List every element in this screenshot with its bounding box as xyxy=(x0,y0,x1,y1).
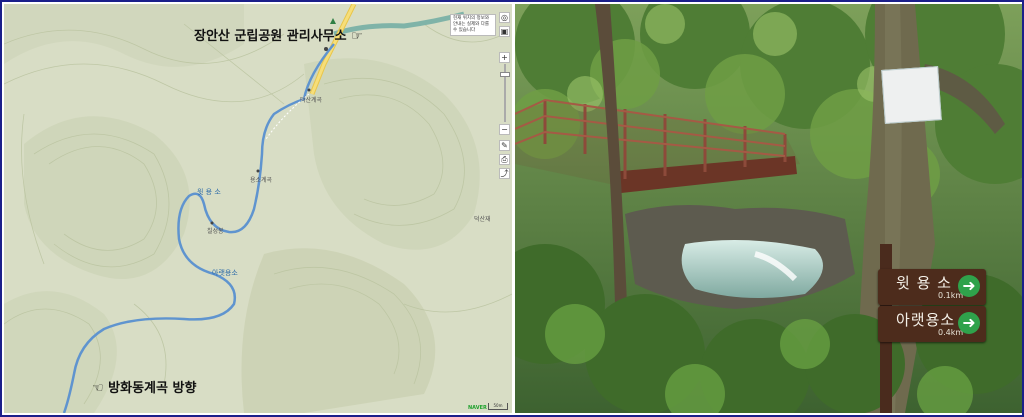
sign-text: 아랫용소 xyxy=(896,311,956,329)
sign-text: 윗 용 소 xyxy=(896,274,952,292)
direction-label: ☜ 방화동계곡 방향 xyxy=(92,381,197,396)
place-label: 덕산계곡 xyxy=(300,97,323,104)
posted-paper xyxy=(881,66,942,124)
scale-bar: 50m xyxy=(488,403,508,410)
brand-logo: NAVER xyxy=(468,405,487,411)
place-label: 용소계곡 xyxy=(250,177,273,184)
zoom-control[interactable]: ◎ ▣ + − ✎ ⎙ ⤴ xyxy=(499,12,511,192)
forest-scene xyxy=(515,4,1022,413)
place-label: 아랫용소 xyxy=(212,269,238,277)
place-label: 덕산재 xyxy=(474,216,491,223)
zoom-slider-handle[interactable] xyxy=(500,72,510,77)
arrow-right-icon: ➜ xyxy=(958,312,980,334)
sign-upper-pool: 윗 용 소 0.1km ➜ xyxy=(878,269,986,305)
ruler-icon[interactable]: ✎ xyxy=(499,140,510,151)
arrow-right-icon: ➜ xyxy=(958,275,980,297)
sign-lower-pool: 아랫용소 0.4km ➜ xyxy=(878,306,986,342)
office-label: 장안산 군립공원 관리사무소 ☞ xyxy=(194,29,363,44)
zoom-in-button[interactable]: + xyxy=(499,52,510,63)
forest-photo: 윗 용 소 0.1km ➜ 아랫용소 0.4km ➜ xyxy=(515,4,1022,413)
map-icon[interactable]: ◎ xyxy=(499,12,510,23)
layers-icon[interactable]: ▣ xyxy=(499,26,510,37)
share-icon[interactable]: ⤴ xyxy=(499,168,510,179)
print-icon[interactable]: ⎙ xyxy=(499,154,510,165)
map-notice: 현재 위치의 정보와 안내는 실제와 다를 수 있습니다 xyxy=(450,14,496,36)
zoom-out-button[interactable]: − xyxy=(499,124,510,135)
composite-frame: 장안산 군립공원 관리사무소 ☞ ☜ 방화동계곡 방향 덕산계곡 용소계곡 윗 … xyxy=(0,0,1024,417)
place-label: 윗 용 소 xyxy=(197,188,221,196)
map-terrain xyxy=(4,4,512,413)
trail-map[interactable]: 장안산 군립공원 관리사무소 ☞ ☜ 방화동계곡 방향 덕산계곡 용소계곡 윗 … xyxy=(4,4,512,413)
place-label: 칠성봉 xyxy=(207,228,224,235)
